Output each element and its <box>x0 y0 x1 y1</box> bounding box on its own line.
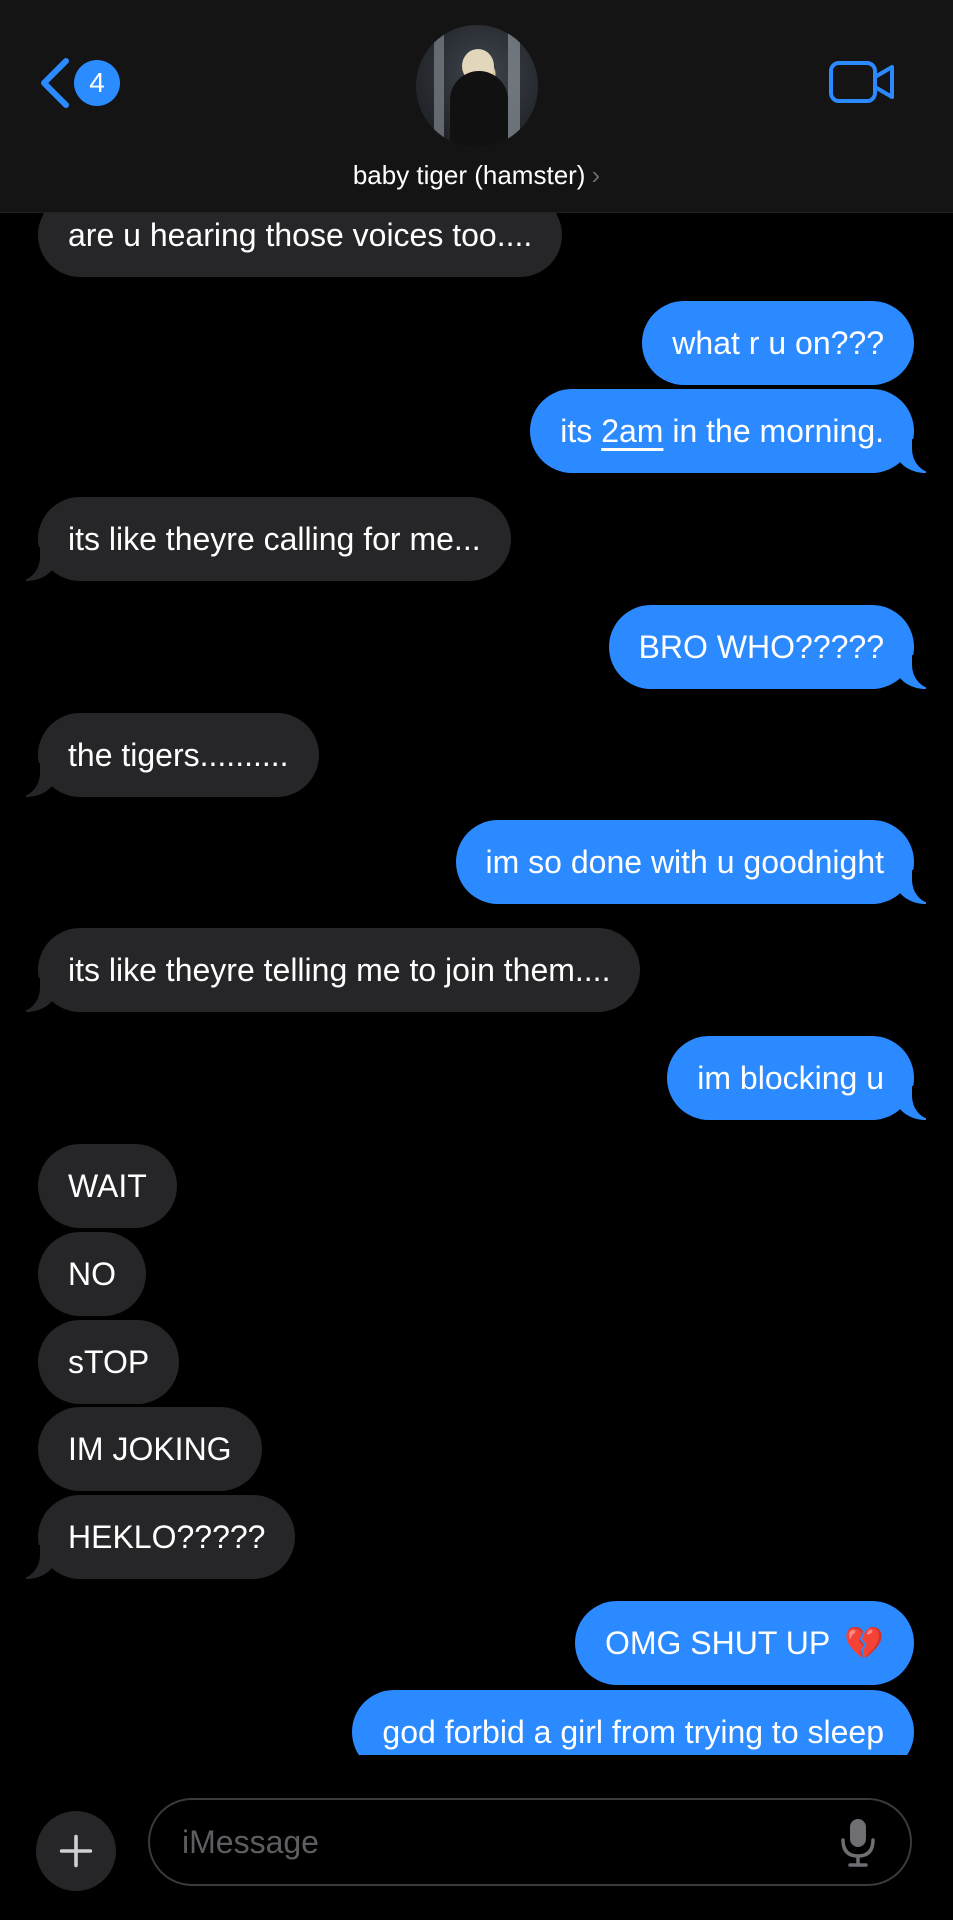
contact-name-button[interactable]: baby tiger (hamster) › <box>0 160 953 191</box>
message-sent[interactable]: god forbid a girl from trying to sleep <box>352 1690 914 1755</box>
message-received[interactable]: NO <box>38 1232 146 1316</box>
conversation-header: 4 baby tiger (hamster) › <box>0 0 953 213</box>
chevron-right-icon: › <box>591 160 601 190</box>
message-sent[interactable]: OMG SHUT UP 💔 <box>574 1601 914 1685</box>
message-thread[interactable]: are u hearing those voices too.... what … <box>0 0 953 1755</box>
message-sent[interactable]: im so done with u goodnight <box>455 820 937 904</box>
contact-name: baby tiger (hamster) <box>352 160 586 190</box>
video-camera-icon <box>829 61 894 103</box>
apps-plus-button[interactable] <box>36 1811 116 1891</box>
message-received[interactable]: IM JOKING <box>38 1407 262 1491</box>
message-sent[interactable]: what r u on??? <box>642 301 914 385</box>
message-input[interactable] <box>180 1822 838 1862</box>
microphone-icon[interactable] <box>838 1816 878 1868</box>
facetime-video-button[interactable] <box>828 58 896 106</box>
message-field[interactable] <box>148 1798 912 1886</box>
message-sent[interactable]: im blocking u <box>667 1036 936 1120</box>
plus-icon <box>59 1834 93 1868</box>
imessage-screen: are u hearing those voices too.... what … <box>0 0 953 1920</box>
chevron-left-icon <box>41 58 69 108</box>
message-received[interactable]: sTOP <box>38 1320 180 1404</box>
message-received[interactable]: HEKLO????? <box>15 1495 296 1579</box>
message-received[interactable]: the tigers.......... <box>16 713 319 797</box>
time-link[interactable]: 2am <box>601 415 663 447</box>
back-button[interactable]: 4 <box>36 55 120 111</box>
message-sent[interactable]: BRO WHO????? <box>608 605 937 689</box>
contact-avatar[interactable] <box>416 25 538 147</box>
broken-heart-emoji: 💔 <box>844 1625 884 1661</box>
message-received[interactable]: WAIT <box>38 1144 177 1228</box>
message-received[interactable]: its like theyre telling me to join them.… <box>15 928 641 1012</box>
compose-bar <box>0 1755 953 1920</box>
message-received[interactable]: its like theyre calling for me... <box>16 497 511 581</box>
unread-count-badge: 4 <box>74 60 120 106</box>
message-sent[interactable]: its 2am in the morning. <box>530 389 936 473</box>
